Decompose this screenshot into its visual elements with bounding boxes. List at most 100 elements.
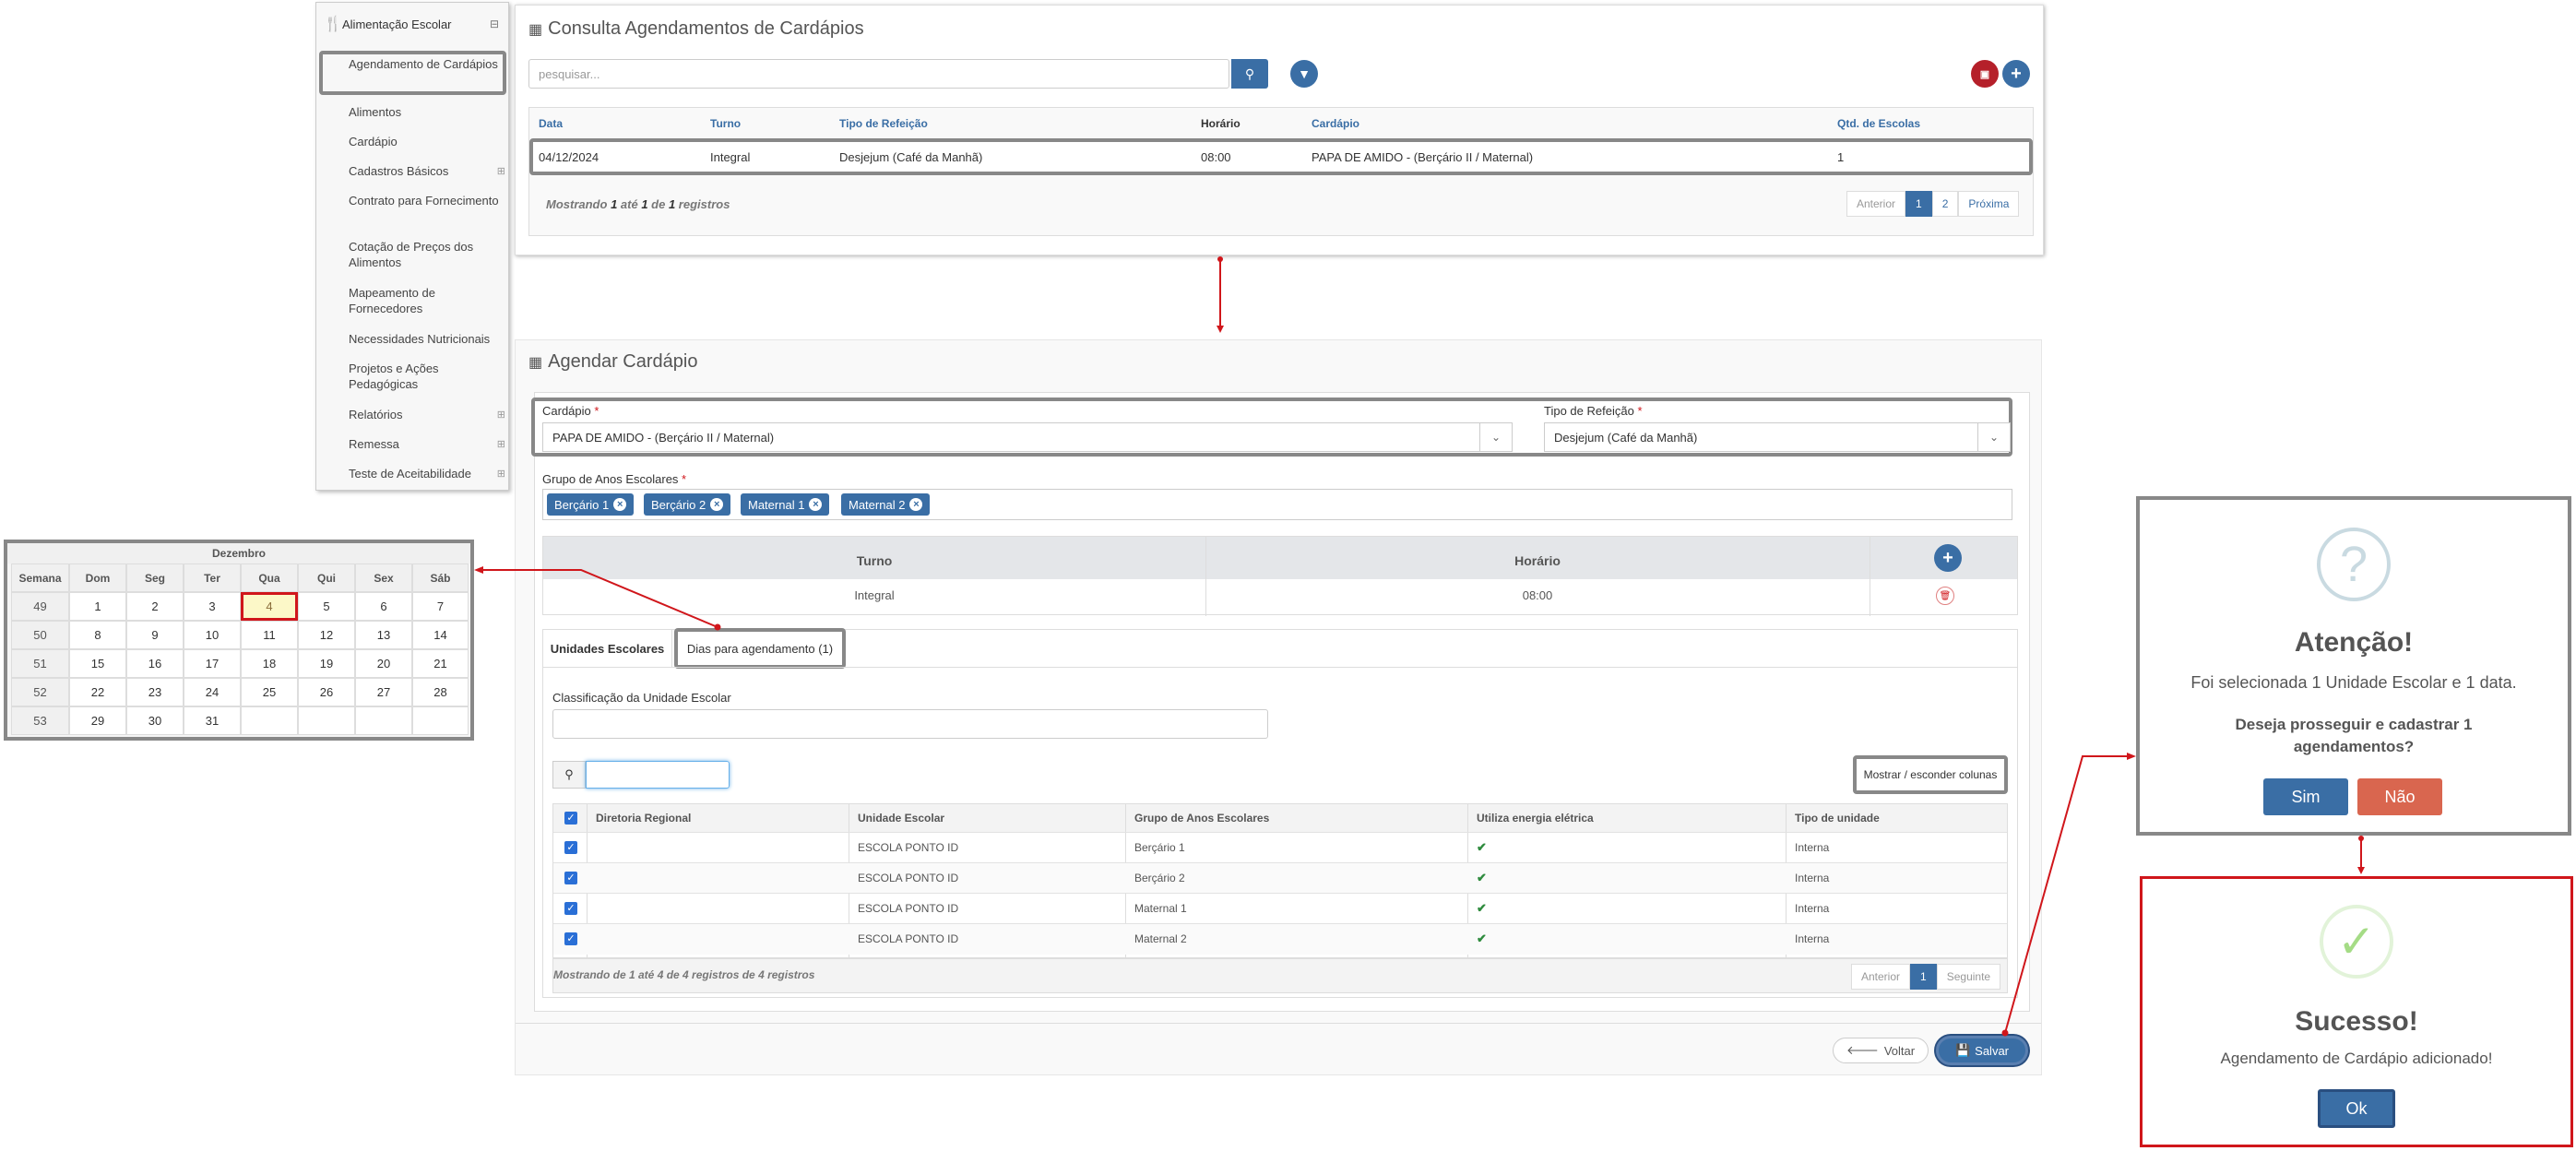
- next-page-button[interactable]: Seguinte: [1936, 964, 2001, 990]
- column-header[interactable]: Grupo de Anos Escolares: [1134, 812, 1269, 825]
- column-header[interactable]: Tipo de unidade: [1795, 812, 1880, 825]
- page-1-button[interactable]: 1: [1910, 964, 1937, 990]
- column-header[interactable]: Diretoria Regional: [596, 812, 691, 825]
- calendar-day[interactable]: 10: [184, 621, 241, 649]
- grid-search-input[interactable]: [586, 761, 730, 789]
- tipo-select[interactable]: Desjejum (Café da Manhã) ⌄: [1544, 422, 2011, 452]
- calendar-day[interactable]: 23: [126, 678, 184, 706]
- remove-tag-icon[interactable]: ×: [613, 498, 627, 511]
- sidebar-item-alimentos[interactable]: Alimentos: [349, 104, 505, 120]
- nao-button[interactable]: Não: [2357, 778, 2442, 815]
- remove-tag-icon[interactable]: ×: [710, 498, 724, 511]
- page-2-button[interactable]: 2: [1931, 191, 1959, 217]
- sidebar-item-necessidades[interactable]: Necessidades Nutricionais: [349, 331, 505, 347]
- column-header[interactable]: Cardápio: [1312, 117, 1359, 130]
- column-header[interactable]: Qtd. de Escolas: [1837, 117, 1920, 130]
- calendar-day-selected[interactable]: 4: [241, 592, 298, 621]
- table-row[interactable]: ✓ ESCOLA PONTO ID Berçário 2 ✔ Interna: [553, 862, 2007, 894]
- sidebar-item-cadastros-basicos[interactable]: Cadastros Básicos ⊞: [349, 163, 505, 179]
- calendar-day[interactable]: 2: [126, 592, 184, 621]
- calendar-day[interactable]: 7: [412, 592, 469, 621]
- column-header[interactable]: Data: [539, 117, 563, 130]
- cardapio-select[interactable]: PAPA DE AMIDO - (Berçário II / Maternal)…: [542, 422, 1513, 452]
- calendar-day[interactable]: 17: [184, 649, 241, 678]
- select-all-checkbox[interactable]: ✓: [564, 812, 577, 825]
- delete-turno-button[interactable]: 🗑: [1936, 587, 1954, 605]
- row-checkbox[interactable]: ✓: [564, 841, 577, 854]
- calendar-day[interactable]: 18: [241, 649, 298, 678]
- column-header[interactable]: Utiliza energia elétrica: [1477, 812, 1594, 825]
- toggle-columns-button[interactable]: Mostrar / esconder colunas: [1853, 755, 2008, 794]
- calendar-day[interactable]: 6: [355, 592, 412, 621]
- sidebar-item-relatorios[interactable]: Relatórios ⊞: [349, 407, 505, 422]
- calendar-day[interactable]: 12: [298, 621, 355, 649]
- chevron-down-icon: ⌄: [1977, 423, 2010, 451]
- calendar-day[interactable]: 3: [184, 592, 241, 621]
- filter-button[interactable]: ▼: [1290, 60, 1318, 88]
- calendar-day[interactable]: 20: [355, 649, 412, 678]
- pdf-export-button[interactable]: ▣: [1971, 60, 1999, 88]
- remove-tag-icon[interactable]: ×: [909, 498, 923, 511]
- search-button[interactable]: ⚲: [1231, 59, 1268, 89]
- next-page-button[interactable]: Próxima: [1958, 191, 2020, 217]
- calendar-day[interactable]: 16: [126, 649, 184, 678]
- sim-button[interactable]: Sim: [2263, 778, 2348, 815]
- column-header[interactable]: Horário: [1201, 117, 1241, 130]
- calendar-day[interactable]: 26: [298, 678, 355, 706]
- row-checkbox[interactable]: ✓: [564, 902, 577, 915]
- tag-bercario-2[interactable]: Berçário 2 ×: [644, 493, 731, 516]
- table-row[interactable]: ✓ ESCOLA PONTO ID Maternal 1 ✔ Interna: [553, 893, 2007, 924]
- collapse-icon[interactable]: ⊟: [490, 18, 499, 30]
- classificacao-select[interactable]: [552, 709, 1268, 739]
- calendar-day[interactable]: 22: [69, 678, 126, 706]
- table-row[interactable]: 04/12/2024 Integral Desjejum (Café da Ma…: [529, 138, 2033, 175]
- sidebar-item-label: Relatórios: [349, 408, 403, 421]
- ok-button[interactable]: Ok: [2318, 1089, 2395, 1128]
- calendar-day[interactable]: 31: [184, 706, 241, 735]
- calendar-day[interactable]: 15: [69, 649, 126, 678]
- calendar-day[interactable]: 13: [355, 621, 412, 649]
- calendar-day[interactable]: 29: [69, 706, 126, 735]
- table-row[interactable]: ✓ ESCOLA PONTO ID Berçário 1 ✔ Interna: [553, 832, 2007, 863]
- page-1-button[interactable]: 1: [1905, 191, 1932, 217]
- calendar-day[interactable]: 21: [412, 649, 469, 678]
- calendar-day[interactable]: 30: [126, 706, 184, 735]
- sidebar-item-agendamento[interactable]: Agendamento de Cardápios: [349, 56, 505, 72]
- calendar-day[interactable]: 1: [69, 592, 126, 621]
- column-header[interactable]: Unidade Escolar: [858, 812, 944, 825]
- sidebar-header[interactable]: 🍴 Alimentação Escolar ⊟: [316, 3, 508, 45]
- search-input[interactable]: pesquisar...: [528, 59, 1229, 89]
- calendar-day[interactable]: 24: [184, 678, 241, 706]
- sidebar-item-teste[interactable]: Teste de Aceitabilidade ⊞: [349, 466, 505, 481]
- calendar-day[interactable]: 25: [241, 678, 298, 706]
- remove-tag-icon[interactable]: ×: [809, 498, 823, 511]
- calendar-day[interactable]: 8: [69, 621, 126, 649]
- sidebar-item-cardapio[interactable]: Cardápio: [349, 134, 505, 149]
- calendar-day[interactable]: 14: [412, 621, 469, 649]
- add-turno-button[interactable]: +: [1934, 544, 1962, 572]
- calendar-day[interactable]: 27: [355, 678, 412, 706]
- tag-maternal-1[interactable]: Maternal 1 ×: [741, 493, 830, 516]
- prev-page-button[interactable]: Anterior: [1846, 191, 1906, 217]
- grupo-multiselect[interactable]: Berçário 1 × Berçário 2 × Maternal 1 × Mate…: [542, 489, 2012, 520]
- sidebar-item-remessa[interactable]: Remessa ⊞: [349, 436, 505, 452]
- row-checkbox[interactable]: ✓: [564, 932, 577, 945]
- tag-bercario-1[interactable]: Berçário 1 ×: [547, 493, 635, 516]
- column-header[interactable]: Turno: [710, 117, 741, 130]
- sidebar-item-projetos[interactable]: Projetos e Ações Pedagógicas: [349, 361, 505, 392]
- calendar-day[interactable]: 11: [241, 621, 298, 649]
- sidebar-item-contrato[interactable]: Contrato para Fornecimento: [349, 193, 505, 208]
- voltar-button[interactable]: 🡐 Voltar: [1833, 1038, 1929, 1063]
- sidebar-item-cotacao[interactable]: Cotação de Preços dos Alimentos: [349, 239, 505, 270]
- calendar-day[interactable]: 9: [126, 621, 184, 649]
- calendar-day[interactable]: 5: [298, 592, 355, 621]
- prev-page-button[interactable]: Anterior: [1851, 964, 1911, 990]
- row-checkbox[interactable]: ✓: [564, 872, 577, 884]
- calendar-day[interactable]: 28: [412, 678, 469, 706]
- tag-maternal-2[interactable]: Maternal 2 ×: [841, 493, 931, 516]
- calendar-day[interactable]: 19: [298, 649, 355, 678]
- sidebar-item-mapeamento[interactable]: Mapeamento de Fornecedores: [349, 285, 505, 316]
- column-header[interactable]: Tipo de Refeição: [839, 117, 928, 130]
- add-button[interactable]: +: [2002, 60, 2030, 88]
- table-row[interactable]: ✓ ESCOLA PONTO ID Maternal 2 ✔ Interna: [553, 923, 2007, 955]
